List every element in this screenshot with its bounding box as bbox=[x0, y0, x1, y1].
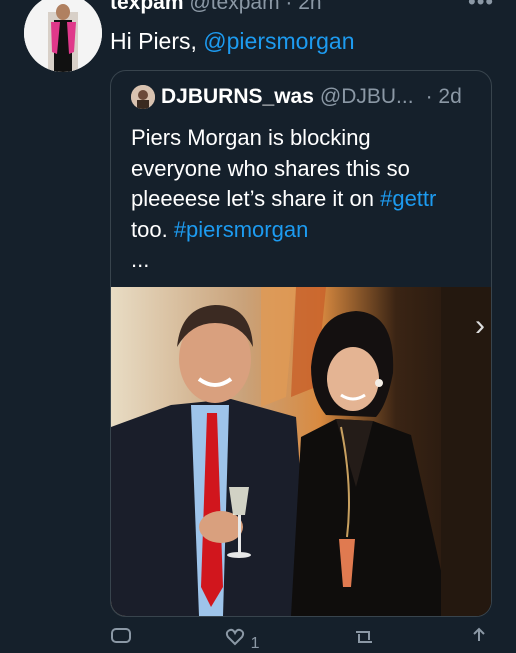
mention-link[interactable]: @piersmorgan bbox=[203, 28, 354, 54]
author-handle[interactable]: @texpam bbox=[189, 0, 279, 14]
tweet-text-prefix: Hi Piers, bbox=[110, 28, 204, 54]
quoted-text-line: pleeeese let’s share it on #gettr bbox=[131, 184, 483, 215]
like-count: 1 bbox=[250, 635, 260, 652]
tweet-time[interactable]: · 2h bbox=[285, 0, 321, 14]
hashtag-gettr-link[interactable]: #gettr bbox=[380, 186, 436, 211]
quoted-tweet-header: DJBURNS_was @DJBU... · 2d bbox=[131, 83, 462, 111]
show-more-ellipsis[interactable]: ... bbox=[131, 245, 483, 276]
more-dots-icon[interactable]: ••• bbox=[468, 0, 494, 15]
quoted-tweet-text: Piers Morgan is blocking everyone who sh… bbox=[131, 123, 483, 276]
tweet-header: texpam @texpam · 2h bbox=[110, 0, 322, 15]
quoted-author-avatar[interactable] bbox=[131, 85, 155, 109]
chevron-right-icon[interactable]: › bbox=[475, 309, 485, 343]
author-name[interactable]: texpam bbox=[110, 0, 184, 14]
quoted-author-name[interactable]: DJBURNS_was bbox=[161, 85, 314, 109]
like-icon bbox=[226, 628, 245, 646]
tweet-text: Hi Piers, @piersmorgan bbox=[110, 28, 354, 55]
quoted-tweet-card[interactable]: DJBURNS_was @DJBU... · 2d Piers Morgan i… bbox=[110, 70, 492, 617]
quoted-tweet-photo[interactable] bbox=[111, 287, 491, 616]
quoted-text-line: everyone who shares this so bbox=[131, 155, 410, 181]
author-avatar[interactable] bbox=[24, 0, 102, 72]
quoted-text-line: too. #piersmorgan bbox=[131, 215, 483, 246]
quoted-author-handle[interactable]: @DJBU... bbox=[320, 85, 414, 109]
hashtag-piersmorgan-link[interactable]: #piersmorgan bbox=[174, 217, 309, 242]
quoted-text-line: Piers Morgan is blocking bbox=[131, 125, 371, 150]
quoted-text-line-3: pleeeese let’s share it on bbox=[131, 186, 381, 211]
quoted-text-line-4: too. bbox=[131, 216, 174, 242]
quoted-tweet-time[interactable]: · 2d bbox=[426, 85, 462, 109]
